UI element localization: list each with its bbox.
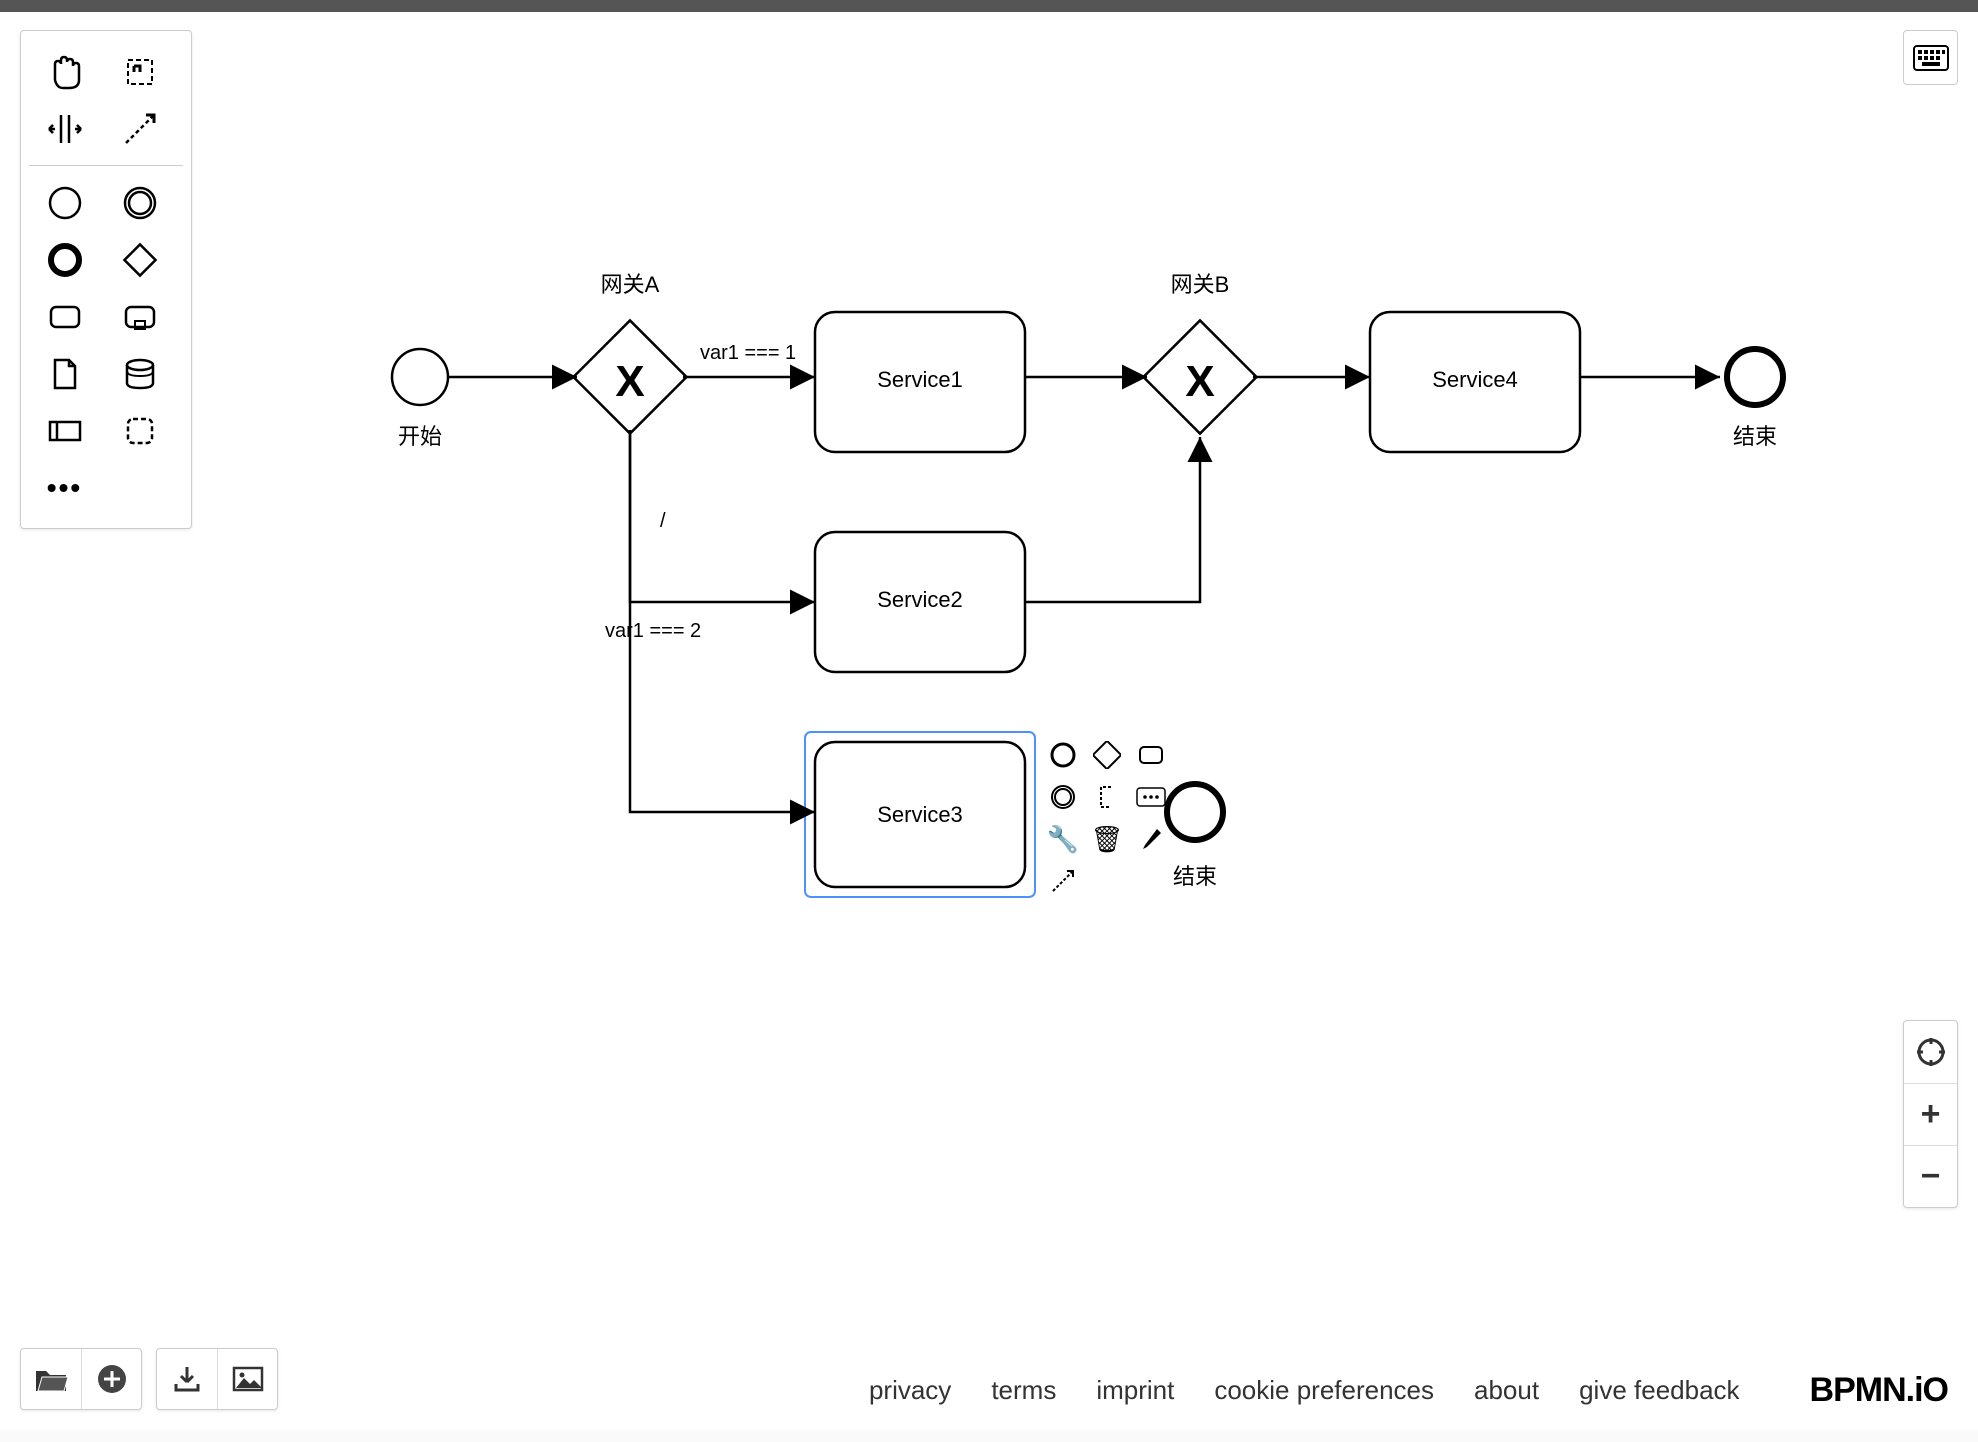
file-actions xyxy=(20,1348,278,1410)
svg-text:X: X xyxy=(615,357,644,406)
folder-icon xyxy=(34,1365,68,1393)
zoom-in-button[interactable]: + xyxy=(1904,1083,1957,1145)
task-service3[interactable]: Service3 xyxy=(805,732,1035,897)
gateway-b[interactable]: X 网关B xyxy=(1143,272,1256,434)
end-event-1[interactable]: 结束 xyxy=(1727,349,1783,449)
svg-text:X: X xyxy=(1185,357,1214,406)
pad-task-icon[interactable] xyxy=(1133,737,1169,773)
group-tool-icon[interactable] xyxy=(112,408,167,453)
pad-wrench-icon[interactable]: 🔧 xyxy=(1045,821,1081,857)
footer-cookie-link[interactable]: cookie preferences xyxy=(1214,1375,1434,1406)
footer: privacy terms imprint cookie preferences… xyxy=(869,1371,1948,1410)
tool-palette: ••• xyxy=(20,30,192,529)
cond3-label: var1 === 2 xyxy=(605,620,701,642)
cond1-label: var1 === 1 xyxy=(700,342,796,364)
end2-label: 结束 xyxy=(1173,864,1217,889)
footer-feedback-link[interactable]: give feedback xyxy=(1579,1375,1739,1406)
end-event-2[interactable]: 结束 xyxy=(1167,784,1223,889)
pad-intermediate-event-icon[interactable] xyxy=(1045,779,1081,815)
new-file-button[interactable] xyxy=(81,1349,141,1409)
task-service4[interactable]: Service4 xyxy=(1370,312,1580,452)
gateway-b-label: 网关B xyxy=(1171,272,1230,297)
gateway-a-label: 网关A xyxy=(601,272,660,297)
task4-label: Service4 xyxy=(1432,367,1518,392)
intermediate-event-tool-icon[interactable] xyxy=(112,180,167,225)
start-label: 开始 xyxy=(398,424,442,449)
download-icon xyxy=(172,1364,202,1394)
task-service1[interactable]: Service1 xyxy=(815,312,1025,452)
pad-more-icon[interactable] xyxy=(1133,779,1169,815)
task2-label: Service2 xyxy=(877,587,963,612)
footer-privacy-link[interactable]: privacy xyxy=(869,1375,951,1406)
pad-color-icon[interactable] xyxy=(1133,821,1169,857)
end1-label: 结束 xyxy=(1733,424,1777,449)
lasso-tool-icon[interactable] xyxy=(112,49,167,94)
end-event-tool-icon[interactable] xyxy=(37,237,92,282)
hand-tool-icon[interactable] xyxy=(37,49,92,94)
footer-about-link[interactable]: about xyxy=(1474,1375,1539,1406)
participant-tool-icon[interactable] xyxy=(37,408,92,453)
context-pad: 🔧 🗑 xyxy=(1045,737,1169,899)
cond2-label: / xyxy=(660,510,666,532)
footer-imprint-link[interactable]: imprint xyxy=(1096,1375,1174,1406)
more-tools-icon[interactable]: ••• xyxy=(37,465,92,510)
diagram-canvas[interactable]: 开始 X 网关A Service1 X 网关B Service4 结束 Serv… xyxy=(0,12,1978,1430)
pad-annotation-icon[interactable] xyxy=(1089,779,1125,815)
gateway-tool-icon[interactable] xyxy=(112,237,167,282)
pad-start-event-icon[interactable] xyxy=(1045,737,1081,773)
flow-t2-to-gb[interactable] xyxy=(1025,437,1200,602)
download-image-button[interactable] xyxy=(217,1349,277,1409)
keyboard-shortcuts-button[interactable] xyxy=(1903,30,1958,85)
connect-tool-icon[interactable] xyxy=(112,106,167,151)
keyboard-icon xyxy=(1913,45,1949,71)
zoom-controls: + − xyxy=(1903,1020,1958,1208)
brand-logo[interactable]: BPMN.iO xyxy=(1810,1371,1948,1410)
zoom-reset-button[interactable] xyxy=(1904,1021,1957,1083)
pad-trash-icon[interactable]: 🗑 xyxy=(1089,821,1125,857)
data-object-tool-icon[interactable] xyxy=(37,351,92,396)
download-button[interactable] xyxy=(157,1349,217,1409)
zoom-out-button[interactable]: − xyxy=(1904,1145,1957,1207)
subprocess-tool-icon[interactable] xyxy=(112,294,167,339)
task1-label: Service1 xyxy=(877,367,963,392)
task3-label: Service3 xyxy=(877,802,963,827)
gateway-a[interactable]: X 网关A xyxy=(573,272,686,434)
pad-gateway-icon[interactable] xyxy=(1089,737,1125,773)
task-service2[interactable]: Service2 xyxy=(815,532,1025,672)
crosshair-icon xyxy=(1916,1037,1946,1067)
window-top-border xyxy=(0,0,1978,12)
start-event-tool-icon[interactable] xyxy=(37,180,92,225)
data-store-tool-icon[interactable] xyxy=(112,351,167,396)
task-tool-icon[interactable] xyxy=(37,294,92,339)
start-event[interactable]: 开始 xyxy=(392,349,448,449)
footer-terms-link[interactable]: terms xyxy=(991,1375,1056,1406)
image-icon xyxy=(232,1366,264,1392)
pad-connect-icon[interactable] xyxy=(1045,863,1081,899)
space-tool-icon[interactable] xyxy=(37,106,92,151)
flow-ga-to-t2[interactable] xyxy=(630,430,815,602)
plus-circle-icon xyxy=(96,1363,128,1395)
open-file-button[interactable] xyxy=(21,1349,81,1409)
